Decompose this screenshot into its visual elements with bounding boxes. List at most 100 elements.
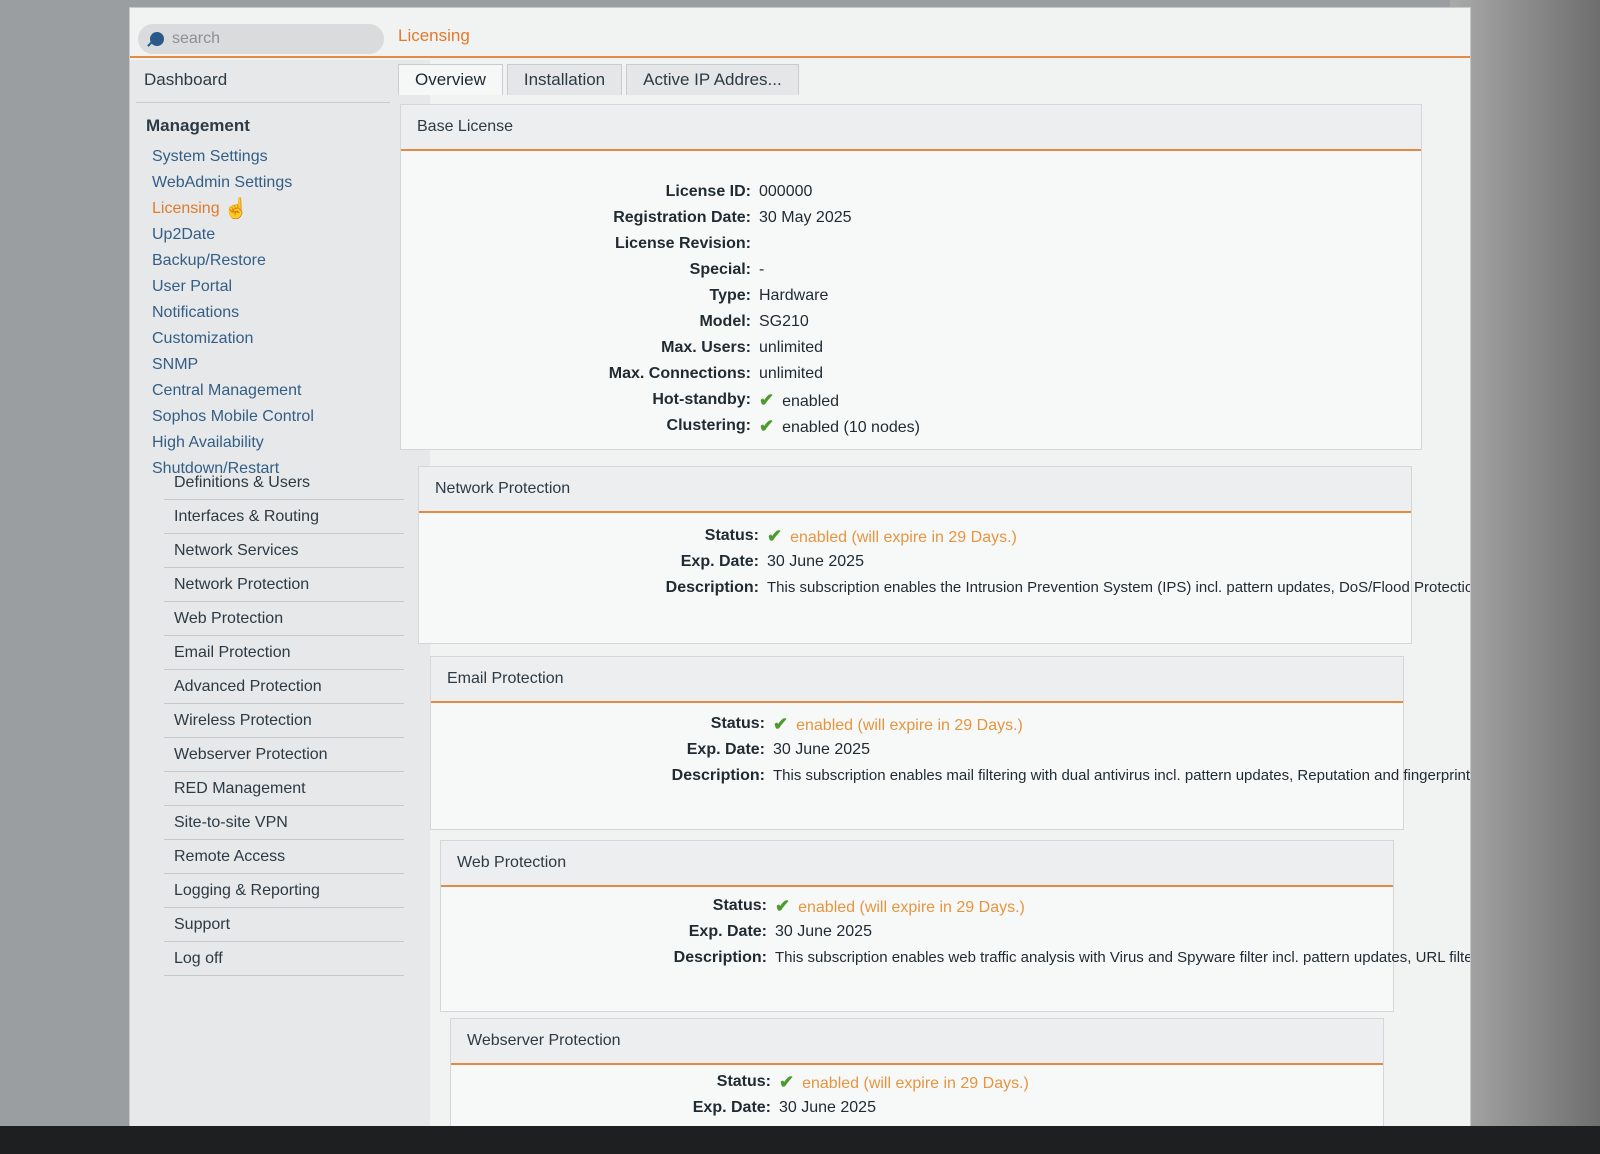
sidebar-section-management[interactable]: Management xyxy=(146,116,250,136)
subscription-details: Status: ✔ enabled (will expire in 29 Days.… xyxy=(431,711,1470,789)
detail-row: Hot-standby: ✔ enabled xyxy=(481,387,920,413)
subscription-details: Status: ✔ enabled (will expire in 29 Days.… xyxy=(419,523,1470,601)
tab-overview[interactable]: Overview xyxy=(398,64,503,95)
sidebar-category-logging-reporting[interactable]: Logging & Reporting xyxy=(164,874,404,908)
sidebar-category-interfaces-routing[interactable]: Interfaces & Routing xyxy=(164,500,404,534)
webadmin-screen: Licensing Dashboard Management System Se… xyxy=(130,8,1470,1128)
sidebar-category-email-protection[interactable]: Email Protection xyxy=(164,636,404,670)
checkmark-icon: ✔ xyxy=(779,1072,795,1092)
status-value: ✔ enabled (will expire in 29 Days.) xyxy=(779,1069,1029,1095)
sidebar-item-customization[interactable]: Customization xyxy=(152,328,314,354)
sidebar-item-licensing[interactable]: Licensing ☝ xyxy=(152,198,314,224)
exp-date-row: Exp. Date: 30 June 2025 xyxy=(431,737,1401,763)
sidebar-item-user-portal[interactable]: User Portal xyxy=(152,276,314,302)
checkmark-icon: ✔ xyxy=(775,896,791,916)
search-input[interactable] xyxy=(170,29,354,49)
detail-value: - xyxy=(759,261,765,278)
sidebar-category-site-to-site-vpn[interactable]: Site-to-site VPN xyxy=(164,806,404,840)
status-row: Status: ✔ enabled (will expire in 29 Days.… xyxy=(451,1069,1381,1095)
sidebar-category-support[interactable]: Support xyxy=(164,908,404,942)
status-row: Status: ✔ enabled (will expire in 29 Days.… xyxy=(431,711,1401,737)
status-label: Status: xyxy=(716,1073,771,1090)
sidebar-category-wireless-protection[interactable]: Wireless Protection xyxy=(164,704,404,738)
sidebar-category-web-protection[interactable]: Web Protection xyxy=(164,602,404,636)
sidebar-item-label: Licensing xyxy=(152,200,220,218)
detail-label: Model: xyxy=(699,313,751,330)
detail-row: License Revision: xyxy=(481,231,920,257)
sidebar-item-webadmin-settings[interactable]: WebAdmin Settings xyxy=(152,172,314,198)
subscription-details: Status: ✔ enabled (will expire in 29 Days.… xyxy=(451,1069,1381,1121)
detail-value: unlimited xyxy=(759,365,824,382)
detail-value: unlimited xyxy=(759,339,824,356)
detail-value: 30 May 2025 xyxy=(759,209,852,226)
detail-label: Clustering: xyxy=(666,417,751,434)
detail-row: Model: SG210 xyxy=(481,309,920,335)
sidebar-item-snmp[interactable]: SNMP xyxy=(152,354,314,380)
status-label: Status: xyxy=(712,897,767,914)
status-badge: enabled (will expire in 29 Days.) xyxy=(798,899,1025,916)
status-value: ✔ enabled (will expire in 29 Days.) xyxy=(767,523,1017,549)
monitor-bezel xyxy=(0,1126,1600,1154)
detail-value: 000000 xyxy=(759,183,813,200)
exp-date-value: 30 June 2025 xyxy=(767,553,864,570)
description-text: This subscription enables web traffic an… xyxy=(775,949,1470,966)
sidebar: Dashboard Management System Settings Web… xyxy=(130,60,430,1128)
detail-row: Registration Date: 30 May 2025 xyxy=(481,205,920,231)
page-title: Licensing xyxy=(398,26,470,45)
checkmark-icon: ✔ xyxy=(759,390,775,410)
sidebar-category-advanced-protection[interactable]: Advanced Protection xyxy=(164,670,404,704)
subscription-details: Status: ✔ enabled (will expire in 29 Days.… xyxy=(441,893,1470,971)
description-label: Description: xyxy=(665,579,759,596)
sidebar-item-notifications[interactable]: Notifications xyxy=(152,302,314,328)
category-menu: Definitions & Users Interfaces & Routing… xyxy=(164,466,404,976)
exp-date-row: Exp. Date: 30 June 2025 xyxy=(451,1095,1381,1121)
monitor-frame-right xyxy=(1450,0,1600,1154)
detail-label: License Revision: xyxy=(614,235,751,252)
panel-title: Network Protection xyxy=(419,467,1411,513)
sidebar-category-remote-access[interactable]: Remote Access xyxy=(164,840,404,874)
detail-value: ✔ enabled xyxy=(759,387,839,413)
sidebar-item-up2date[interactable]: Up2Date xyxy=(152,224,314,250)
description-text: This subscription enables mail filtering… xyxy=(773,767,1470,784)
sidebar-item-backup-restore[interactable]: Backup/Restore xyxy=(152,250,314,276)
sidebar-item-dashboard[interactable]: Dashboard xyxy=(144,70,227,90)
description-label: Description: xyxy=(673,949,767,966)
tab-installation[interactable]: Installation xyxy=(506,64,623,95)
detail-value: Hardware xyxy=(759,287,829,304)
description-label: Description: xyxy=(671,767,765,784)
sidebar-item-high-availability[interactable]: High Availability xyxy=(152,432,314,458)
detail-label: Special: xyxy=(689,261,751,278)
clustering-value: enabled (10 nodes) xyxy=(782,419,920,436)
sidebar-category-webserver-protection[interactable]: Webserver Protection xyxy=(164,738,404,772)
management-menu: System Settings WebAdmin Settings Licens… xyxy=(152,146,314,484)
search-box[interactable] xyxy=(138,24,384,54)
exp-date-value: 30 June 2025 xyxy=(779,1099,876,1116)
base-license-panel: Base License License ID: 000000 Registrat… xyxy=(400,104,1422,450)
sidebar-item-system-settings[interactable]: System Settings xyxy=(152,146,314,172)
exp-date-row: Exp. Date: 30 June 2025 xyxy=(441,919,1391,945)
sidebar-item-log-off[interactable]: Log off xyxy=(164,942,404,976)
detail-row: License ID: 000000 xyxy=(481,179,920,205)
panel-title: Web Protection xyxy=(441,841,1393,887)
checkmark-icon: ✔ xyxy=(767,526,783,546)
sidebar-item-central-management[interactable]: Central Management xyxy=(152,380,314,406)
exp-date-value: 30 June 2025 xyxy=(775,923,872,940)
detail-row: Special: - xyxy=(481,257,920,283)
exp-date-row: Exp. Date: 30 June 2025 xyxy=(419,549,1409,575)
status-badge: enabled (will expire in 29 Days.) xyxy=(790,529,1017,546)
sidebar-category-network-protection[interactable]: Network Protection xyxy=(164,568,404,602)
sidebar-category-definitions-users[interactable]: Definitions & Users xyxy=(164,466,404,500)
status-value: ✔ enabled (will expire in 29 Days.) xyxy=(773,711,1023,737)
panel-title: Base License xyxy=(401,105,1421,151)
sidebar-category-red-management[interactable]: RED Management xyxy=(164,772,404,806)
tab-active-ip-addresses[interactable]: Active IP Addres... xyxy=(626,64,799,95)
sidebar-category-network-services[interactable]: Network Services xyxy=(164,534,404,568)
status-badge: enabled (will expire in 29 Days.) xyxy=(796,717,1023,734)
status-label: Status: xyxy=(710,715,765,732)
detail-row: Max. Users: unlimited xyxy=(481,335,920,361)
sidebar-item-sophos-mobile-control[interactable]: Sophos Mobile Control xyxy=(152,406,314,432)
detail-row: Clustering: ✔ enabled (10 nodes) xyxy=(481,413,920,439)
detail-value: SG210 xyxy=(759,313,809,330)
detail-value: ✔ enabled (10 nodes) xyxy=(759,413,920,439)
detail-label: Registration Date: xyxy=(613,209,751,226)
